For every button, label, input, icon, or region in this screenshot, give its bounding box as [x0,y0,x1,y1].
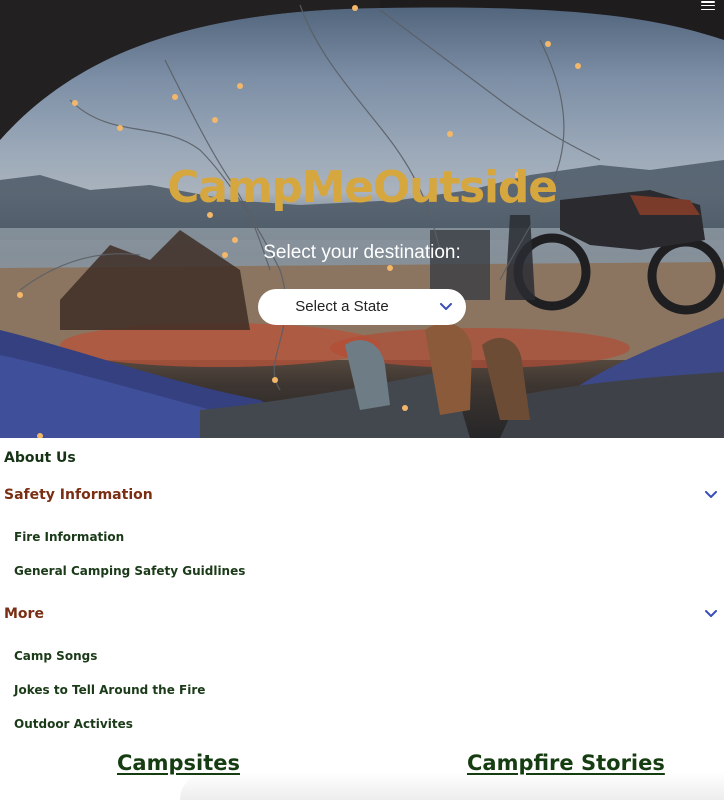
camping-safety-guidelines-link[interactable]: General Camping Safety Guidlines [14,564,245,578]
fire-jokes-link[interactable]: Jokes to Tell Around the Fire [14,683,205,697]
chevron-down-icon[interactable] [705,610,717,618]
hamburger-menu-icon[interactable] [701,1,715,10]
chevron-down-icon [440,303,452,310]
campfire-stories-link[interactable]: Campfire Stories [467,751,665,775]
tent-camping-photo [0,0,724,438]
chevron-down-icon[interactable] [705,491,717,499]
about-us-link[interactable]: About Us [4,450,76,466]
state-select-value: Select a State [295,298,389,315]
site-title: CampMeOutside [167,162,558,213]
hero-banner: CampMeOutside Select your destination: S… [0,0,724,438]
state-select-dropdown[interactable]: Select a State [258,289,466,325]
camp-songs-link[interactable]: Camp Songs [14,649,97,663]
campsites-link[interactable]: Campsites [117,751,240,775]
outdoor-activities-link[interactable]: Outdoor Activites [14,717,133,731]
more-heading[interactable]: More [4,606,44,622]
safety-information-heading[interactable]: Safety Information [4,487,153,503]
bottom-fade [180,772,724,800]
destination-prompt: Select your destination: [263,242,461,263]
fire-information-link[interactable]: Fire Information [14,530,124,544]
